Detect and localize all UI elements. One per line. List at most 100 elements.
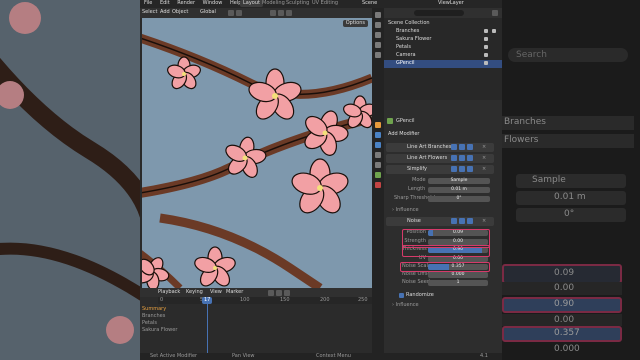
status-context-menu: Context Menu (316, 353, 351, 359)
menu-render[interactable]: Render (177, 0, 195, 6)
tick-label: 0 (160, 297, 164, 303)
view-menu[interactable]: View (210, 289, 222, 296)
output-tab-icon[interactable] (375, 32, 381, 38)
track-petals[interactable]: Petals (142, 320, 157, 327)
effects-tab-icon[interactable] (375, 142, 381, 148)
remove-modifier-icon[interactable]: × (482, 166, 486, 173)
material-tab-icon[interactable] (375, 182, 381, 188)
outliner-item-camera[interactable]: Camera (396, 52, 416, 59)
snap-icon[interactable] (228, 10, 234, 16)
outliner-item-gpencil[interactable]: GPencil (396, 60, 414, 67)
viewport-display-icon[interactable] (459, 144, 465, 150)
noise-influence-subpanel[interactable]: › Influence (392, 302, 419, 309)
edit-mode-icon[interactable] (451, 155, 457, 161)
remove-modifier-icon[interactable]: × (482, 155, 486, 162)
track-sakura-flower[interactable]: Sakura Flower (142, 327, 177, 334)
jump-end-icon[interactable] (284, 290, 290, 296)
visibility-eye-icon[interactable] (484, 61, 488, 65)
orientation-dropdown[interactable]: Global (200, 9, 216, 16)
physics-tab-icon[interactable] (375, 152, 381, 158)
render-display-icon[interactable] (467, 144, 473, 150)
noise-offset-field[interactable]: 0.000 (428, 272, 488, 278)
outliner-item-sakura-flower[interactable]: Sakura Flower (396, 36, 431, 43)
timeline-panel: Playback Keying View Marker 0 50 100 150… (140, 288, 372, 360)
data-tab-icon[interactable] (375, 172, 381, 178)
viewport-display-icon[interactable] (459, 155, 465, 161)
zoom-sharp-value: 0° (564, 209, 575, 219)
add-modifier-button[interactable]: Add Modifier (388, 131, 420, 138)
visibility-eye-icon[interactable] (484, 37, 488, 41)
outliner-item-branches[interactable]: Branches (396, 28, 419, 35)
modifier-noise[interactable] (386, 217, 494, 226)
simplify-influence-subpanel[interactable]: › Influence (392, 207, 419, 214)
marker-menu[interactable]: Marker (226, 289, 243, 296)
modifier-name[interactable]: Noise (407, 218, 421, 225)
viewlayer-selector[interactable]: ViewLayer (438, 0, 464, 7)
edit-mode-icon[interactable] (451, 166, 457, 172)
render-display-icon[interactable] (467, 166, 473, 172)
shading-icon[interactable] (278, 10, 284, 16)
remove-modifier-icon[interactable]: × (482, 218, 486, 225)
outliner-item-petals[interactable]: Petals (396, 44, 411, 51)
left-art-illustration (0, 2, 140, 344)
modifier-name[interactable]: Line Art Flowers (407, 155, 447, 162)
timeline-ruler[interactable]: 0 50 100 150 200 250 17 (158, 297, 372, 304)
keying-menu[interactable]: Keying (186, 289, 203, 296)
tab-layout[interactable]: Layout (240, 0, 263, 7)
scene-collection-label[interactable]: Scene Collection (388, 20, 430, 27)
current-frame-indicator[interactable]: 17 (202, 297, 213, 304)
playhead-line[interactable] (207, 304, 208, 360)
modifier-name[interactable]: Line Art Branches (407, 144, 451, 151)
menu-edit[interactable]: Edit (160, 0, 170, 6)
tab-modeling[interactable]: Modeling (262, 0, 285, 7)
viewport-canvas[interactable]: Options (140, 18, 372, 288)
render-display-icon[interactable] (467, 155, 473, 161)
zoom-offset-value: 0.000 (554, 344, 580, 354)
playback-menu[interactable]: Playback (158, 289, 180, 296)
jump-start-icon[interactable] (268, 290, 274, 296)
noise-seed-field[interactable]: 1 (428, 280, 488, 286)
viewport-display-icon[interactable] (459, 218, 465, 224)
modifier-tab-icon[interactable] (375, 132, 381, 138)
render-camera-icon[interactable] (492, 29, 496, 33)
proportional-edit-icon[interactable] (236, 10, 242, 16)
simplify-mode-label: Mode (412, 177, 426, 183)
constraints-tab-icon[interactable] (375, 162, 381, 168)
scene-tab-icon[interactable] (375, 52, 381, 58)
modifier-name[interactable]: Simplify (407, 166, 427, 173)
overlay-icon[interactable] (270, 10, 276, 16)
track-branches[interactable]: Branches (142, 313, 165, 320)
tab-sculpting[interactable]: Sculpting (286, 0, 309, 7)
filter-icon[interactable] (492, 10, 498, 16)
render-tab-icon[interactable] (375, 22, 381, 28)
menu-file[interactable]: File (144, 0, 152, 6)
play-icon[interactable] (276, 290, 282, 296)
view-layer-tab-icon[interactable] (375, 42, 381, 48)
object-tab-icon[interactable] (375, 122, 381, 128)
viewport-add-menu[interactable]: Add (160, 9, 170, 16)
sharp-threshold-field[interactable]: 0° (428, 196, 490, 202)
visibility-eye-icon[interactable] (484, 53, 488, 57)
tool-tab-icon[interactable] (375, 12, 381, 18)
remove-modifier-icon[interactable]: × (482, 144, 486, 151)
menu-window[interactable]: Window (203, 0, 223, 6)
edit-mode-icon[interactable] (451, 218, 457, 224)
simplify-mode-dropdown[interactable]: Sample (428, 178, 490, 184)
viewport-select-menu[interactable]: Select (142, 9, 157, 16)
randomize-checkbox[interactable] (399, 293, 404, 298)
modifier-simplify[interactable] (386, 165, 494, 174)
track-summary[interactable]: Summary (142, 306, 166, 313)
viewport-object-menu[interactable]: Object (172, 9, 188, 16)
visibility-eye-icon[interactable] (484, 29, 488, 33)
scene-selector[interactable]: Scene (362, 0, 377, 7)
simplify-length-field[interactable]: 0.01 m (428, 187, 490, 193)
viewport-display-icon[interactable] (459, 166, 465, 172)
noise-offset-value: 0.000 (451, 272, 465, 277)
xray-icon[interactable] (286, 10, 292, 16)
object-name[interactable]: GPencil (396, 118, 414, 125)
edit-mode-icon[interactable] (451, 144, 457, 150)
tab-uv-editing[interactable]: UV Editing (312, 0, 338, 7)
render-display-icon[interactable] (467, 218, 473, 224)
visibility-eye-icon[interactable] (484, 45, 488, 49)
outliner-search[interactable] (414, 10, 464, 16)
